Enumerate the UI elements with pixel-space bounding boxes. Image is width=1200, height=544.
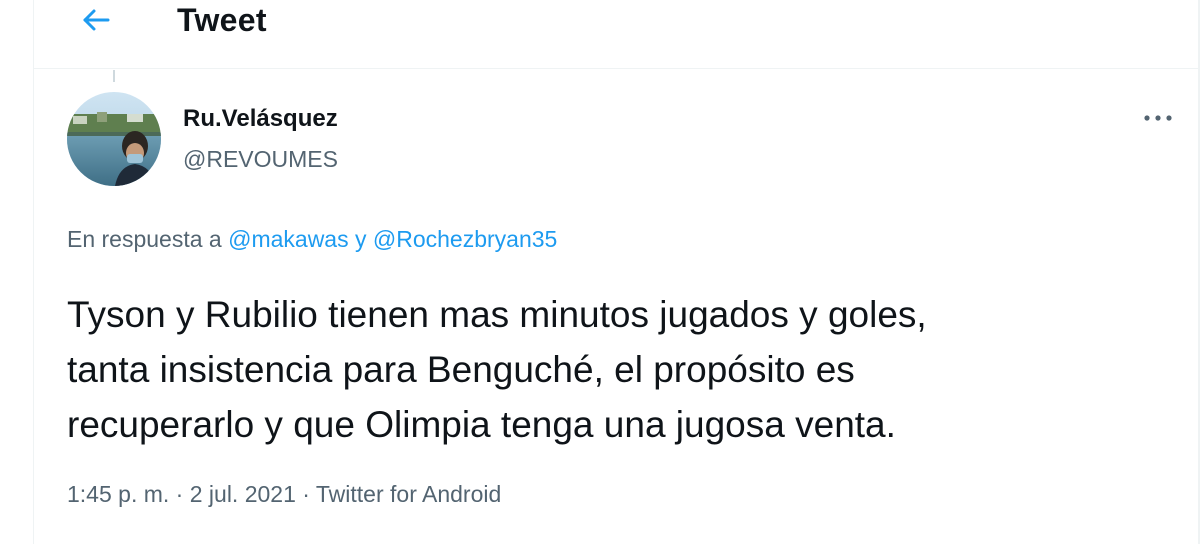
reply-context: En respuesta a @makawas y @Rochezbryan35 (67, 226, 557, 253)
avatar[interactable] (67, 92, 161, 186)
left-column-border (33, 0, 34, 544)
tweet-text: Tyson y Rubilio tienen mas minutos jugad… (67, 294, 927, 445)
more-options-button[interactable] (1138, 106, 1178, 130)
page-header: Tweet (34, 0, 1200, 69)
meta-separator: · (295, 481, 316, 507)
page-title: Tweet (177, 2, 267, 38)
tweet-page: Tweet Ru.Velásquez @REVOUMES En respuest… (0, 0, 1200, 544)
profile-photo (67, 92, 161, 186)
tweet-meta: 1:45 p. m. · 2 jul. 2021 · Twitter for A… (67, 481, 501, 508)
arrow-left-icon (83, 9, 110, 31)
mention-link-rochezbryan35[interactable]: @Rochezbryan35 (373, 226, 557, 252)
author-handle[interactable]: @REVOUMES (183, 146, 338, 173)
tweet-time[interactable]: 1:45 p. m. (67, 481, 169, 507)
tweet-source[interactable]: Twitter for Android (316, 481, 501, 507)
meta-separator: · (169, 481, 190, 507)
back-button[interactable] (76, 0, 116, 40)
more-horizontal-icon (1144, 115, 1172, 121)
tweet-date[interactable]: 2 jul. 2021 (190, 481, 296, 507)
reply-conjunction: y (348, 226, 373, 252)
reply-prefix: En respuesta a (67, 226, 229, 252)
author-name[interactable]: Ru.Velásquez (183, 105, 338, 133)
thread-connector-line (113, 70, 115, 82)
mention-link-makawas[interactable]: @makawas (228, 226, 349, 252)
